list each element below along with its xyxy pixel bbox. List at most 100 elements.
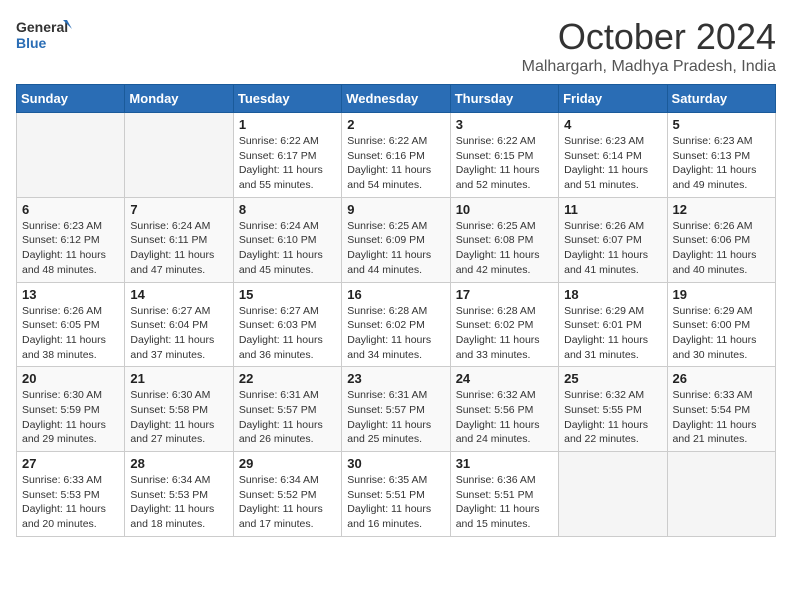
day-cell-19: 19 Sunrise: 6:29 AM Sunset: 6:00 PM Dayli…	[667, 282, 775, 367]
day-cell-28: 28 Sunrise: 6:34 AM Sunset: 5:53 PM Dayli…	[125, 452, 233, 537]
day-number: 8	[239, 202, 336, 217]
day-info: Sunrise: 6:22 AM Sunset: 6:16 PM Dayligh…	[347, 134, 444, 193]
calendar-week-3: 13 Sunrise: 6:26 AM Sunset: 6:05 PM Dayli…	[17, 282, 776, 367]
day-number: 5	[673, 117, 770, 132]
calendar-week-4: 20Sunrise: 6:30 AM Sunset: 5:59 PM Dayli…	[17, 367, 776, 452]
day-cell-25: 25 Sunrise: 6:32 AM Sunset: 5:55 PM Dayli…	[559, 367, 667, 452]
day-cell-9: 9Sunrise: 6:25 AM Sunset: 6:09 PM Daylig…	[342, 197, 450, 282]
header-row: SundayMondayTuesdayWednesdayThursdayFrid…	[17, 85, 776, 113]
day-number: 4	[564, 117, 661, 132]
day-info: Sunrise: 6:36 AM Sunset: 5:51 PM Dayligh…	[456, 473, 553, 532]
empty-cell	[125, 113, 233, 198]
location-title: Malhargarh, Madhya Pradesh, India	[522, 58, 776, 76]
day-cell-7: 7 Sunrise: 6:24 AM Sunset: 6:11 PM Daylig…	[125, 197, 233, 282]
day-cell-1: 1Sunrise: 6:22 AM Sunset: 6:17 PM Daylig…	[233, 113, 341, 198]
day-cell-26: 26 Sunrise: 6:33 AM Sunset: 5:54 PM Dayli…	[667, 367, 775, 452]
month-title: October 2024	[522, 16, 776, 58]
title-block: October 2024 Malhargarh, Madhya Pradesh,…	[522, 16, 776, 76]
day-number: 11	[564, 202, 661, 217]
day-cell-3: 3Sunrise: 6:22 AM Sunset: 6:15 PM Daylig…	[450, 113, 558, 198]
day-info: Sunrise: 6:25 AM Sunset: 6:08 PM Dayligh…	[456, 219, 553, 278]
day-info: Sunrise: 6:31 AM Sunset: 5:57 PM Dayligh…	[347, 388, 444, 447]
day-cell-4: 4 Sunrise: 6:23 AM Sunset: 6:14 PM Daylig…	[559, 113, 667, 198]
day-number: 3	[456, 117, 553, 132]
day-number: 1	[239, 117, 336, 132]
day-number: 19	[673, 287, 770, 302]
day-cell-23: 23 Sunrise: 6:31 AM Sunset: 5:57 PM Dayli…	[342, 367, 450, 452]
day-info: Sunrise: 6:24 AM Sunset: 6:11 PM Dayligh…	[130, 219, 227, 278]
day-number: 13	[22, 287, 119, 302]
day-number: 27	[22, 456, 119, 471]
day-number: 29	[239, 456, 336, 471]
day-info: Sunrise: 6:33 AM Sunset: 5:53 PM Dayligh…	[22, 473, 119, 532]
day-info: Sunrise: 6:28 AM Sunset: 6:02 PM Dayligh…	[456, 304, 553, 363]
day-cell-10: 10Sunrise: 6:25 AM Sunset: 6:08 PM Dayli…	[450, 197, 558, 282]
day-number: 31	[456, 456, 553, 471]
day-number: 26	[673, 371, 770, 386]
day-info: Sunrise: 6:27 AM Sunset: 6:03 PM Dayligh…	[239, 304, 336, 363]
day-info: Sunrise: 6:29 AM Sunset: 6:00 PM Dayligh…	[673, 304, 770, 363]
day-cell-18: 18Sunrise: 6:29 AM Sunset: 6:01 PM Dayli…	[559, 282, 667, 367]
day-info: Sunrise: 6:28 AM Sunset: 6:02 PM Dayligh…	[347, 304, 444, 363]
calendar-week-5: 27 Sunrise: 6:33 AM Sunset: 5:53 PM Dayli…	[17, 452, 776, 537]
day-info: Sunrise: 6:30 AM Sunset: 5:58 PM Dayligh…	[130, 388, 227, 447]
day-cell-16: 16Sunrise: 6:28 AM Sunset: 6:02 PM Dayli…	[342, 282, 450, 367]
logo-svg: GeneralBlue	[16, 16, 76, 56]
empty-cell	[559, 452, 667, 537]
col-header-sunday: Sunday	[17, 85, 125, 113]
col-header-saturday: Saturday	[667, 85, 775, 113]
svg-text:General: General	[16, 19, 68, 35]
day-info: Sunrise: 6:27 AM Sunset: 6:04 PM Dayligh…	[130, 304, 227, 363]
empty-cell	[17, 113, 125, 198]
day-number: 6	[22, 202, 119, 217]
day-info: Sunrise: 6:23 AM Sunset: 6:13 PM Dayligh…	[673, 134, 770, 193]
day-info: Sunrise: 6:33 AM Sunset: 5:54 PM Dayligh…	[673, 388, 770, 447]
day-info: Sunrise: 6:26 AM Sunset: 6:06 PM Dayligh…	[673, 219, 770, 278]
day-info: Sunrise: 6:31 AM Sunset: 5:57 PM Dayligh…	[239, 388, 336, 447]
svg-text:Blue: Blue	[16, 35, 47, 51]
day-number: 9	[347, 202, 444, 217]
day-cell-31: 31 Sunrise: 6:36 AM Sunset: 5:51 PM Dayli…	[450, 452, 558, 537]
day-number: 15	[239, 287, 336, 302]
day-cell-21: 21 Sunrise: 6:30 AM Sunset: 5:58 PM Dayli…	[125, 367, 233, 452]
day-cell-29: 29 Sunrise: 6:34 AM Sunset: 5:52 PM Dayli…	[233, 452, 341, 537]
day-info: Sunrise: 6:34 AM Sunset: 5:53 PM Dayligh…	[130, 473, 227, 532]
day-number: 22	[239, 371, 336, 386]
day-info: Sunrise: 6:35 AM Sunset: 5:51 PM Dayligh…	[347, 473, 444, 532]
day-cell-8: 8 Sunrise: 6:24 AM Sunset: 6:10 PM Daylig…	[233, 197, 341, 282]
day-number: 20	[22, 371, 119, 386]
calendar-table: SundayMondayTuesdayWednesdayThursdayFrid…	[16, 84, 776, 537]
day-cell-17: 17Sunrise: 6:28 AM Sunset: 6:02 PM Dayli…	[450, 282, 558, 367]
day-number: 25	[564, 371, 661, 386]
day-cell-12: 12 Sunrise: 6:26 AM Sunset: 6:06 PM Dayli…	[667, 197, 775, 282]
day-number: 7	[130, 202, 227, 217]
day-number: 28	[130, 456, 227, 471]
day-number: 2	[347, 117, 444, 132]
col-header-thursday: Thursday	[450, 85, 558, 113]
day-cell-6: 6 Sunrise: 6:23 AM Sunset: 6:12 PM Daylig…	[17, 197, 125, 282]
day-number: 18	[564, 287, 661, 302]
day-info: Sunrise: 6:26 AM Sunset: 6:07 PM Dayligh…	[564, 219, 661, 278]
day-number: 12	[673, 202, 770, 217]
day-info: Sunrise: 6:26 AM Sunset: 6:05 PM Dayligh…	[22, 304, 119, 363]
col-header-monday: Monday	[125, 85, 233, 113]
day-number: 30	[347, 456, 444, 471]
day-cell-13: 13 Sunrise: 6:26 AM Sunset: 6:05 PM Dayli…	[17, 282, 125, 367]
day-info: Sunrise: 6:32 AM Sunset: 5:56 PM Dayligh…	[456, 388, 553, 447]
day-cell-20: 20Sunrise: 6:30 AM Sunset: 5:59 PM Dayli…	[17, 367, 125, 452]
empty-cell	[667, 452, 775, 537]
day-info: Sunrise: 6:23 AM Sunset: 6:12 PM Dayligh…	[22, 219, 119, 278]
day-cell-30: 30 Sunrise: 6:35 AM Sunset: 5:51 PM Dayli…	[342, 452, 450, 537]
day-info: Sunrise: 6:34 AM Sunset: 5:52 PM Dayligh…	[239, 473, 336, 532]
day-number: 23	[347, 371, 444, 386]
day-cell-5: 5 Sunrise: 6:23 AM Sunset: 6:13 PM Daylig…	[667, 113, 775, 198]
day-info: Sunrise: 6:23 AM Sunset: 6:14 PM Dayligh…	[564, 134, 661, 193]
calendar-week-2: 6 Sunrise: 6:23 AM Sunset: 6:12 PM Daylig…	[17, 197, 776, 282]
day-number: 14	[130, 287, 227, 302]
day-number: 21	[130, 371, 227, 386]
logo: GeneralBlue	[16, 16, 76, 56]
day-info: Sunrise: 6:24 AM Sunset: 6:10 PM Dayligh…	[239, 219, 336, 278]
day-cell-27: 27 Sunrise: 6:33 AM Sunset: 5:53 PM Dayli…	[17, 452, 125, 537]
day-info: Sunrise: 6:32 AM Sunset: 5:55 PM Dayligh…	[564, 388, 661, 447]
day-cell-14: 14 Sunrise: 6:27 AM Sunset: 6:04 PM Dayli…	[125, 282, 233, 367]
